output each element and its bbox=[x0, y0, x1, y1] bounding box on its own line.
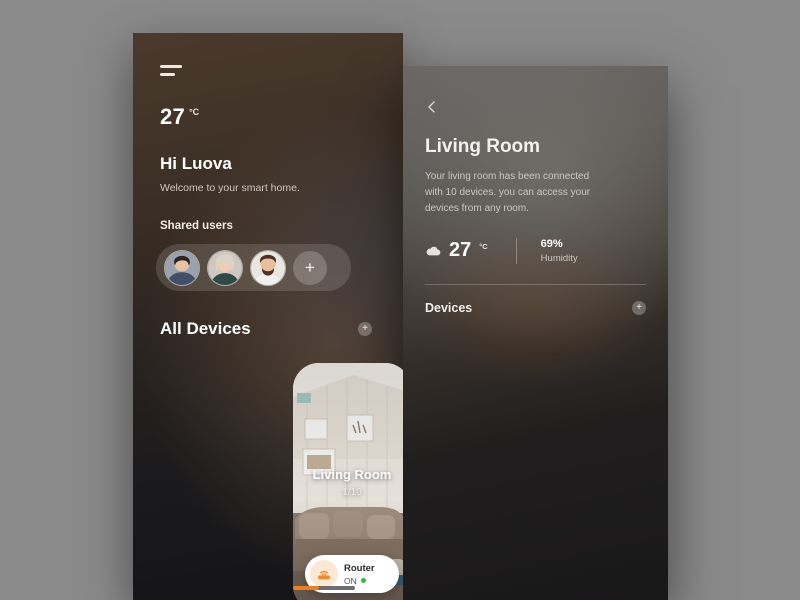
avatar[interactable] bbox=[250, 249, 286, 286]
greeting-title: Hi Luova bbox=[160, 154, 232, 173]
room-device-state: ON bbox=[344, 575, 357, 586]
humidity-label: Humidity bbox=[540, 252, 578, 264]
divider bbox=[515, 237, 517, 264]
back-button[interactable] bbox=[425, 100, 439, 114]
avatar[interactable] bbox=[164, 249, 200, 286]
home-screen-panel: 27 °C Hi Luova Welcome to your smart hom… bbox=[133, 33, 403, 600]
all-devices-header: All Devices + bbox=[160, 319, 376, 339]
section-divider bbox=[425, 283, 646, 285]
router-icon bbox=[310, 560, 338, 588]
devices-header: Devices + bbox=[425, 300, 646, 315]
add-room-device-button[interactable]: + bbox=[632, 300, 646, 315]
hamburger-line-top bbox=[160, 65, 182, 68]
room-card-name: Living Room bbox=[312, 467, 392, 482]
avatar[interactable] bbox=[207, 249, 243, 286]
room-card-count: 1/10 bbox=[342, 487, 362, 498]
screenshot-stage: 27 °C Hi Luova Welcome to your smart hom… bbox=[0, 0, 800, 600]
room-detail-title: Living Room bbox=[425, 136, 541, 157]
weather-summary: 27 °C 69% Humidity bbox=[425, 237, 646, 264]
home-temperature: 27 °C bbox=[160, 104, 376, 130]
humidity-value: 69% bbox=[540, 237, 563, 250]
room-temperature-unit: °C bbox=[479, 241, 488, 251]
status-dot bbox=[360, 578, 366, 583]
add-device-button[interactable]: + bbox=[358, 322, 372, 336]
room-temperature-value: 27 bbox=[449, 238, 472, 261]
room-card[interactable]: Living Room 1/10 Router ON bbox=[293, 363, 403, 600]
all-devices-title: All Devices bbox=[160, 319, 251, 338]
rooms-scrollbar[interactable] bbox=[293, 586, 355, 590]
room-detail-description: Your living room has been connected with… bbox=[425, 171, 591, 215]
room-detail-panel: Living Room Your living room has been co… bbox=[403, 66, 668, 600]
greeting-subtitle: Welcome to your smart home. bbox=[160, 182, 300, 194]
home-temperature-unit: °C bbox=[189, 107, 200, 117]
cloud-icon bbox=[425, 244, 441, 262]
room-device-name: Router bbox=[344, 562, 375, 574]
home-temperature-value: 27 bbox=[160, 104, 186, 129]
hamburger-menu-icon[interactable] bbox=[160, 65, 182, 76]
shared-users-list: + bbox=[156, 244, 351, 291]
devices-title: Devices bbox=[425, 300, 473, 315]
shared-users-label: Shared users bbox=[160, 220, 233, 232]
rooms-scrollbar-thumb bbox=[293, 586, 320, 590]
add-shared-user-button[interactable]: + bbox=[293, 250, 327, 285]
room-card-list: Living Room 1/10 Router ON bbox=[293, 363, 403, 600]
hamburger-line-bottom bbox=[160, 73, 175, 76]
